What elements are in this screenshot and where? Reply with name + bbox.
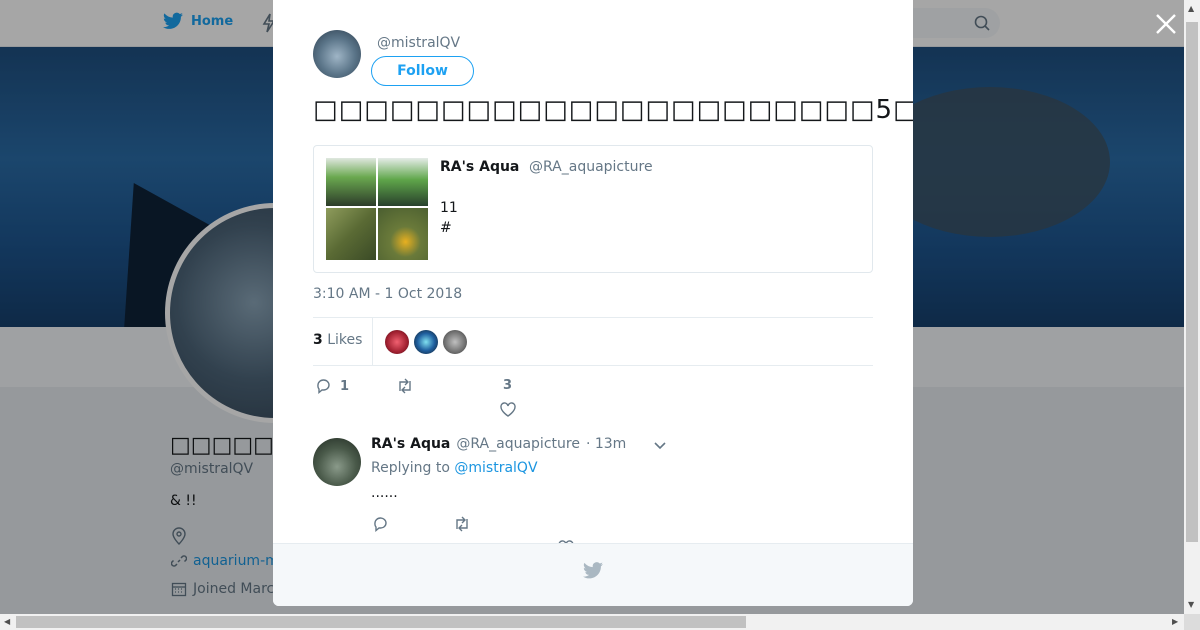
like-count-label: 3 xyxy=(503,378,512,393)
tweet-text: □□□□□□□□□□□□□□□□□□□□□□5□□□□□□□□□□□□□□□□□… xyxy=(313,95,913,125)
likes-row: 3 Likes xyxy=(313,317,873,366)
tweet-modal: @mistralQV Follow □□□□□□□□□□□□□□□□□□□□□□… xyxy=(273,0,913,606)
media-thumbnail[interactable] xyxy=(326,208,376,260)
quoted-text-line: 11 xyxy=(440,200,458,216)
modal-footer xyxy=(273,543,913,606)
reply-time[interactable]: · 13m xyxy=(586,436,626,452)
replying-to-link[interactable]: @mistralQV xyxy=(454,460,537,476)
reply-icon[interactable] xyxy=(373,516,389,532)
tweet-timestamp[interactable]: 3:10 AM - 1 Oct 2018 xyxy=(313,286,462,302)
chevron-down-icon[interactable] xyxy=(653,441,667,451)
quoted-text-line: # xyxy=(440,220,452,236)
reply-count: 1 xyxy=(340,378,350,394)
quoted-author-handle: @RA_aquapicture xyxy=(529,159,653,175)
reply-text: ...... xyxy=(371,485,398,501)
scroll-left-arrow-icon[interactable]: ◀ xyxy=(4,617,10,626)
reply-header: RA's Aqua @RA_aquapicture · 13m xyxy=(371,436,626,452)
media-thumbnail[interactable] xyxy=(378,158,428,206)
retweet-icon xyxy=(399,378,411,394)
quoted-tweet-media[interactable] xyxy=(326,158,428,260)
retweet-button[interactable] xyxy=(396,378,414,394)
media-thumbnail[interactable] xyxy=(326,158,376,206)
media-thumbnail[interactable] xyxy=(378,208,428,260)
likes-number: 3 xyxy=(313,332,323,348)
quoted-tweet[interactable]: RA's Aqua @RA_aquapicture 11 # xyxy=(313,145,873,273)
scrollbar-corner xyxy=(1184,614,1200,630)
horizontal-scrollbar[interactable]: ◀ ▶ xyxy=(0,614,1184,630)
quoted-author-name: RA's Aqua xyxy=(440,159,520,175)
follow-button[interactable]: Follow xyxy=(371,56,474,86)
scrollbar-thumb[interactable] xyxy=(16,616,746,628)
tweet-actions: 1 3 xyxy=(313,376,613,417)
like-button[interactable] xyxy=(500,402,516,417)
likes-label: Likes xyxy=(327,332,363,348)
author-avatar[interactable] xyxy=(313,30,361,78)
close-icon[interactable] xyxy=(1154,12,1178,36)
liker-avatar[interactable] xyxy=(414,330,438,354)
reply-author-handle[interactable]: @RA_aquapicture xyxy=(456,436,580,452)
divider xyxy=(372,318,373,365)
reply-author-name[interactable]: RA's Aqua xyxy=(371,436,450,452)
author-handle[interactable]: @mistralQV xyxy=(377,35,460,51)
scroll-down-arrow-icon[interactable]: ▼ xyxy=(1188,600,1194,609)
twitter-bird-icon xyxy=(583,562,603,579)
replying-prefix: Replying to xyxy=(371,460,450,476)
scroll-up-arrow-icon[interactable]: ▲ xyxy=(1188,4,1194,13)
reply-tweet[interactable]: RA's Aqua @RA_aquapicture · 13m Replying t… xyxy=(313,436,873,555)
reply-button[interactable]: 1 xyxy=(316,378,349,394)
like-count: 3 xyxy=(503,378,513,393)
heart-icon xyxy=(500,402,516,417)
scroll-right-arrow-icon[interactable]: ▶ xyxy=(1172,617,1178,626)
reply-author-avatar[interactable] xyxy=(313,438,361,486)
liker-avatar[interactable] xyxy=(385,330,409,354)
retweet-icon[interactable] xyxy=(453,516,471,532)
likes-count[interactable]: 3 Likes xyxy=(313,332,362,348)
vertical-scrollbar[interactable]: ▲ ▼ xyxy=(1184,0,1200,614)
liker-avatar[interactable] xyxy=(443,330,467,354)
scrollbar-thumb[interactable] xyxy=(1186,22,1198,542)
reply-icon xyxy=(317,379,330,394)
replying-to: Replying to @mistralQV xyxy=(371,460,538,476)
